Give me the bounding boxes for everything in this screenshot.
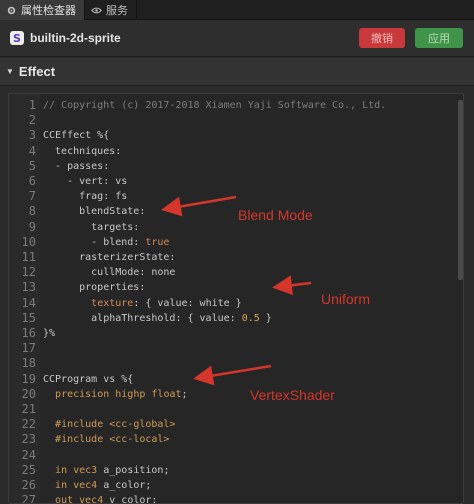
code-line: 23 #include <cc-local> [9,432,463,447]
code-line: 27 out vec4 v_color; [9,493,463,504]
line-number: 24 [21,447,36,462]
code-text: blendState: [43,206,146,218]
code-line: 12 cullMode: none [9,265,463,280]
effect-section-header[interactable]: ▼ Effect [0,58,474,86]
line-number: 20 [21,386,36,401]
code-line: 26 in vec4 a_color; [9,478,463,493]
code-text: rasterizerState: [43,252,176,263]
line-number: 17 [21,341,36,356]
line-number: 16 [21,326,36,340]
code-text: out vec4 v_color; [55,495,158,504]
code-text: CCProgram vs %{ [43,373,134,385]
line-number: 1 [28,98,36,112]
line-number: 2 [28,113,36,128]
line-number: 19 [21,371,36,386]
code-text: #include <cc-local> [55,434,170,446]
line-number: 25 [21,462,36,477]
code-text: in vec3 a_position; [55,464,170,476]
effect-asset-icon: S [10,31,24,45]
code-line: 1 // Copyright (c) 2017-2018 Xiamen Yaji … [9,98,463,113]
code-text: cullMode: none [43,267,176,279]
code-text: targets: [43,221,140,233]
line-number: 18 [21,356,36,371]
tab-services[interactable]: 服务 [85,0,137,20]
line-number: 5 [28,158,36,173]
code-line: 6 - vert: vs [9,174,463,189]
revert-button[interactable]: 撤销 [359,28,405,48]
code-editor[interactable]: 1 // Copyright (c) 2017-2018 Xiamen Yaji … [8,93,464,504]
line-number: 9 [28,219,36,234]
editor-scrollbar[interactable] [458,94,463,503]
code-line: 5 - passes: [9,158,463,174]
code-line: 19 CCProgram vs %{ [9,371,463,387]
code-line: 4 techniques: [9,143,463,159]
asset-name: builtin-2d-sprite [30,31,121,45]
code-line: 13 properties: [9,280,463,295]
code-text: // Copyright (c) 2017-2018 Xiamen Yaji S… [43,100,387,111]
code-line: 17 [9,341,463,356]
tab-inspector-label: 属性检查器 [21,5,76,17]
line-number: 21 [21,402,36,416]
code-text: alphaThreshold: { value: 0.5 } [43,312,272,324]
code-line: 10 - blend: true [9,234,463,250]
line-number: 3 [28,128,36,143]
code-line: 8 blendState: [9,204,463,219]
line-number: 7 [28,189,36,204]
code-text: #include <cc-global> [55,419,176,431]
line-number: 23 [21,432,36,447]
code-text: techniques: [43,145,122,157]
gear-icon [6,5,17,16]
code-text: texture: { value: white } [91,297,242,309]
line-number: 11 [21,250,36,264]
line-number: 10 [21,234,36,249]
code-text: - passes: [43,160,110,172]
code-text: in vec4 a_color; [55,480,152,491]
code-line: 21 [9,402,463,417]
code-line: 11 rasterizerState: [9,250,463,265]
line-number: 4 [28,143,36,158]
code-line: 15 alphaThreshold: { value: 0.5 } [9,310,463,326]
tab-inspector[interactable]: 属性检查器 [0,0,85,20]
line-number: 26 [21,478,36,492]
code-text: }% [43,328,56,339]
code-line: 18 [9,356,463,371]
line-number: 14 [21,295,36,310]
code-line: 25 in vec3 a_position; [9,462,463,478]
caret-down-icon[interactable]: ▼ [6,67,14,76]
code-line: 3 CCEffect %{ [9,128,463,143]
code-text: frag: fs [43,191,128,203]
line-number: 12 [21,265,36,280]
line-number: 8 [28,204,36,219]
code-text: properties: [43,282,146,294]
code-line: 14 texture: { value: white } [9,295,463,311]
eye-icon [91,5,102,16]
line-number: 15 [21,310,36,325]
code-line: 22 #include <cc-global> [9,417,463,432]
section-title: Effect [18,64,56,79]
line-number: 27 [21,493,36,504]
code-line: 2 [9,113,463,128]
code-text: - blend: true [43,236,170,248]
annotation-vertex-shader: VertexShader [250,387,335,403]
code-line: 7 frag: fs [9,189,463,204]
line-number: 6 [28,174,36,188]
panel-tab-bar: 属性检查器 服务 [0,0,474,20]
asset-header: S builtin-2d-sprite 撤销 应用 [0,20,474,57]
scrollbar-thumb[interactable] [458,100,463,280]
code-text: CCEffect %{ [43,130,110,142]
line-number: 13 [21,280,36,295]
annotation-blend-mode: Blend Mode [238,207,313,223]
code-line: 16}% [9,326,463,341]
code-text: precision highp float; [55,388,188,400]
code-text: - vert: vs [43,176,128,187]
annotation-uniform: Uniform [321,291,371,307]
line-number: 22 [21,417,36,432]
tab-services-label: 服务 [106,5,128,17]
code-line: 24 [9,447,463,463]
code-line: 9 targets: [9,219,463,235]
code-line: 20 precision highp float; [9,386,463,402]
apply-button[interactable]: 应用 [415,28,463,48]
